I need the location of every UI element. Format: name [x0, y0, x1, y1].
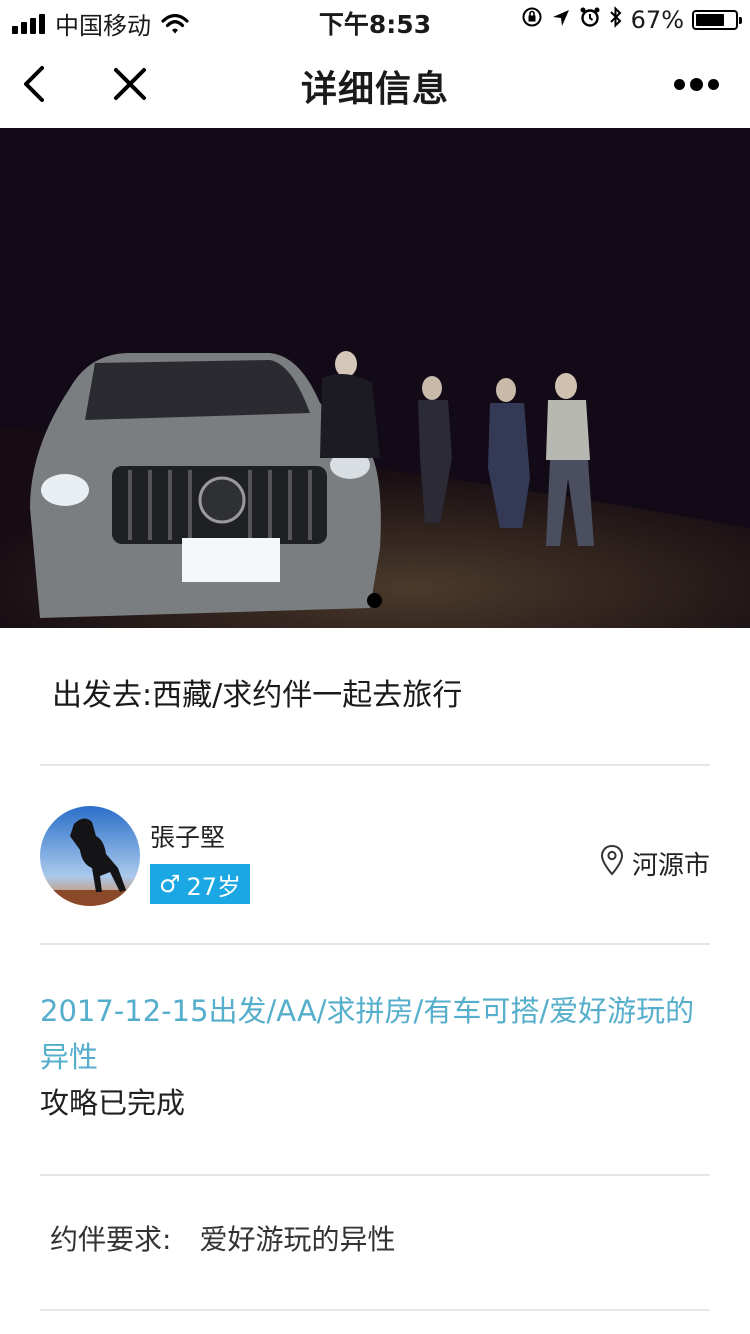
divider: [40, 943, 710, 945]
avatar[interactable]: [40, 806, 140, 906]
page-title: 详细信息: [300, 69, 449, 110]
location-arrow-icon: [551, 6, 571, 34]
nav-bar: 详细信息: [0, 40, 750, 128]
alarm-icon: [579, 6, 601, 34]
status-bar: 中国移动 下午8:53 67%: [0, 0, 750, 40]
hero-photo[interactable]: [0, 128, 750, 628]
divider: [40, 764, 710, 766]
divider: [40, 1174, 710, 1176]
location-info: 河源市: [600, 844, 710, 883]
age-label: 27岁: [186, 872, 242, 901]
bluetooth-icon: [609, 6, 623, 34]
trip-tags: 2017-12-15出发/AA/求拼房/有车可搭/爱好游玩的异性: [40, 994, 695, 1074]
requirement-label: 约伴要求:: [50, 1223, 172, 1256]
battery-icon: [692, 10, 742, 30]
trip-title: 出发去:西藏/求约伴一起去旅行: [52, 678, 463, 713]
username[interactable]: 張子堅: [150, 818, 225, 854]
plan-status: 攻略已完成: [40, 1086, 186, 1120]
gender-age-badge: ♂ 27岁: [150, 864, 250, 904]
orientation-lock-icon: [521, 6, 543, 34]
male-symbol-icon: ♂: [158, 870, 181, 898]
location-pin-icon: [600, 844, 624, 883]
requirement-value: 爱好游玩的异性: [199, 1223, 396, 1256]
more-dots-icon[interactable]: [674, 72, 724, 96]
divider: [40, 1309, 710, 1311]
location-city: 河源市: [631, 851, 710, 881]
carousel-indicator-dot[interactable]: [367, 593, 382, 608]
battery-percent: 67%: [630, 6, 684, 34]
companion-requirement: 约伴要求: 爱好游玩的异性: [50, 1218, 395, 1258]
